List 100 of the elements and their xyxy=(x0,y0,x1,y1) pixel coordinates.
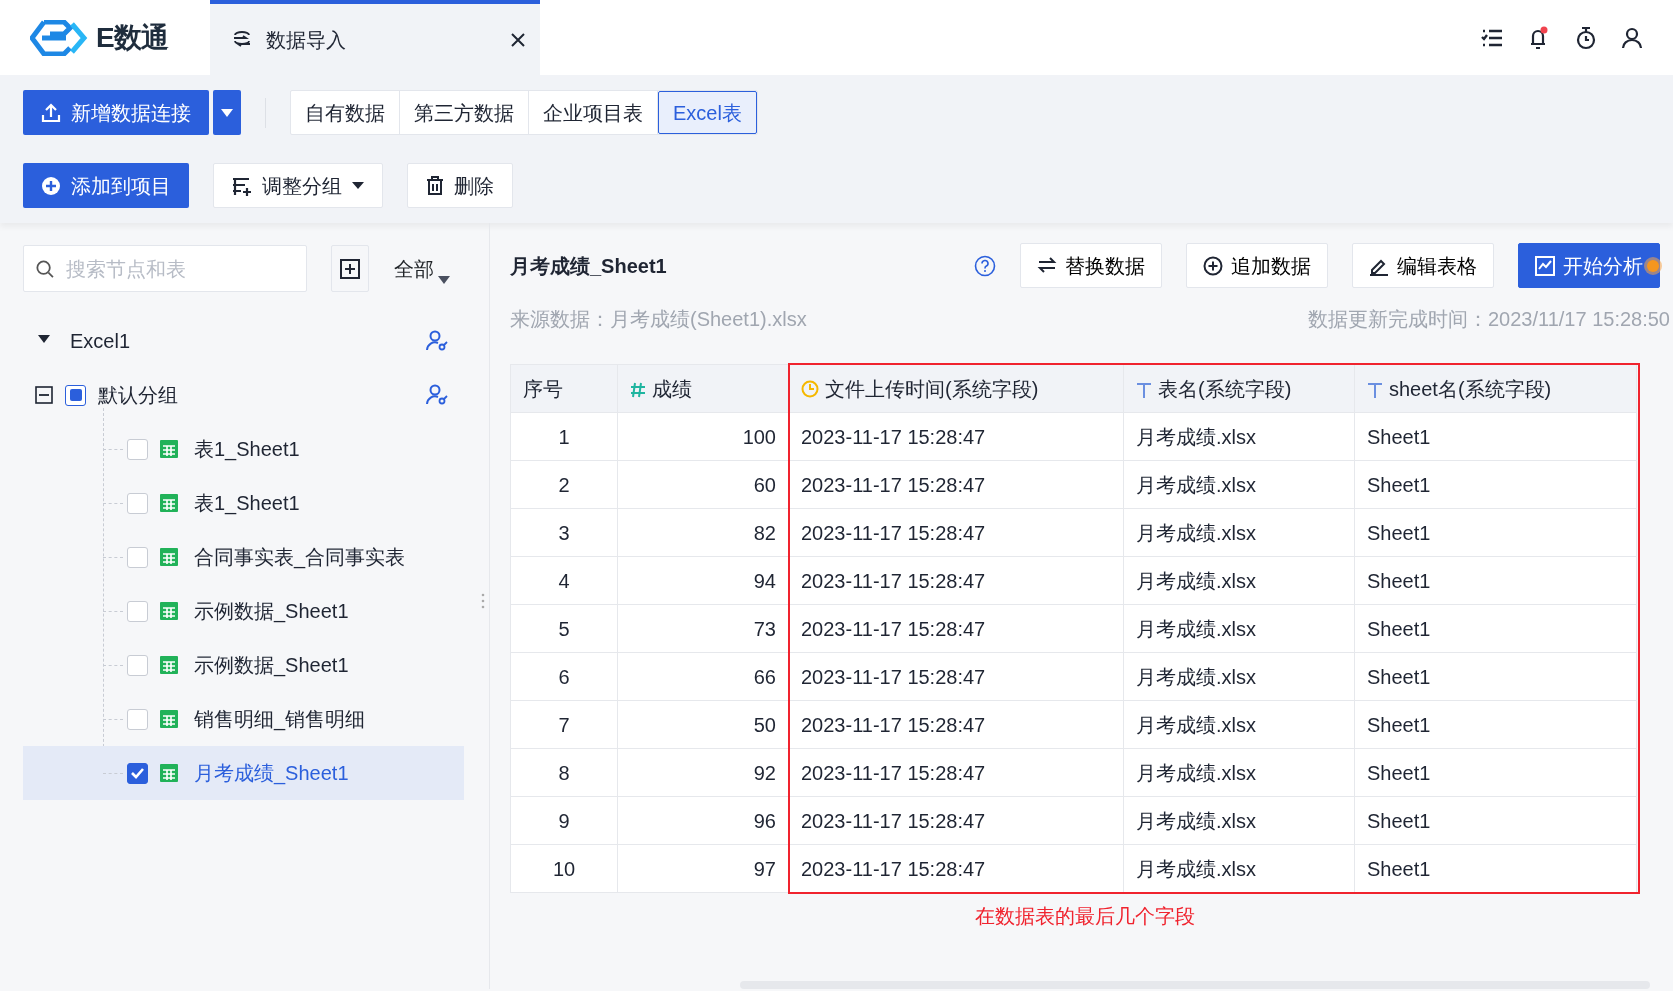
table-cell: 60 xyxy=(617,460,789,509)
user-icon[interactable] xyxy=(1621,26,1643,49)
table-cell: 月考成绩.xlsx xyxy=(1123,412,1355,461)
delete-button[interactable]: 删除 xyxy=(407,163,513,208)
table-icon xyxy=(160,710,178,728)
tree-item[interactable]: 示例数据_Sheet1 xyxy=(23,638,464,692)
collapse-icon[interactable] xyxy=(35,386,53,404)
hash-icon xyxy=(630,381,646,398)
user-key-icon[interactable] xyxy=(426,330,448,352)
checkbox[interactable] xyxy=(127,762,148,784)
logo-icon xyxy=(30,19,88,56)
table-cell: 5 xyxy=(510,604,618,653)
caret-icon xyxy=(438,275,450,284)
adjust-group-button[interactable]: 调整分组 xyxy=(213,163,383,208)
table-cell: 2023-11-17 15:28:47 xyxy=(788,604,1124,653)
column-header: sheet名(系统字段) xyxy=(1354,364,1637,413)
source-tab[interactable]: 自有数据 xyxy=(291,91,400,134)
tree-item[interactable]: 表1_Sheet1 xyxy=(23,476,464,530)
table-cell: Sheet1 xyxy=(1354,748,1637,797)
trash-icon xyxy=(426,176,444,195)
table-cell: 10 xyxy=(510,844,618,893)
check-icon xyxy=(130,766,145,780)
table-cell: 月考成绩.xlsx xyxy=(1123,844,1355,893)
table-cell: 2023-11-17 15:28:47 xyxy=(788,460,1124,509)
table-cell: 96 xyxy=(617,796,789,845)
tree-node[interactable]: 默认分组 xyxy=(23,368,464,422)
tree-node[interactable]: Excel1 xyxy=(23,314,464,368)
table-cell: 2023-11-17 15:28:47 xyxy=(788,652,1124,701)
action-button[interactable]: 追加数据 xyxy=(1186,243,1328,288)
table-cell: 9 xyxy=(510,796,618,845)
tree-item[interactable]: 示例数据_Sheet1 xyxy=(23,584,464,638)
new-connection-button[interactable]: 新增数据连接 xyxy=(23,90,209,135)
task-list-icon[interactable] xyxy=(1481,27,1503,48)
action-button[interactable]: 开始分析 xyxy=(1518,243,1660,288)
plus-square-icon xyxy=(340,258,360,279)
caret-icon xyxy=(352,182,364,189)
text-type-icon xyxy=(1136,381,1152,398)
table-icon xyxy=(160,548,178,566)
table-cell: 8 xyxy=(510,748,618,797)
dropdown-button[interactable] xyxy=(213,90,241,135)
help-icon[interactable] xyxy=(974,254,996,277)
chart-icon xyxy=(1535,255,1555,276)
logo-text: E数通 xyxy=(96,20,168,55)
table-cell: 2023-11-17 15:28:47 xyxy=(788,508,1124,557)
add-to-project-button[interactable]: 添加到项目 xyxy=(23,163,189,208)
search-box[interactable]: 搜索节点和表 xyxy=(23,245,307,292)
action-button[interactable]: 替换数据 xyxy=(1020,243,1162,288)
tree-item[interactable]: 销售明细_销售明细 xyxy=(23,692,464,746)
action-button[interactable]: 编辑表格 xyxy=(1352,243,1494,288)
table-cell: Sheet1 xyxy=(1354,508,1637,557)
add-circle-icon xyxy=(1203,255,1223,276)
search-field[interactable]: 搜索节点和表 xyxy=(63,252,294,285)
upload-icon xyxy=(41,102,61,123)
tab[interactable]: 数据导入 xyxy=(210,0,540,75)
table-cell: 月考成绩.xlsx xyxy=(1123,652,1355,701)
tree-item[interactable]: 月考成绩_Sheet1 xyxy=(23,746,464,800)
table-icon xyxy=(160,440,178,458)
table-cell: Sheet1 xyxy=(1354,844,1637,893)
resize-handle-icon[interactable] xyxy=(481,593,485,609)
source-info: 来源数据：月考成绩(Sheet1).xlsx xyxy=(510,307,807,332)
update-time: 数据更新完成时间：2023/11/17 15:28:50 xyxy=(1307,307,1670,332)
table-cell: 3 xyxy=(510,508,618,557)
table-cell: 2023-11-17 15:28:47 xyxy=(788,796,1124,845)
table-cell: 94 xyxy=(617,556,789,605)
table-icon xyxy=(160,764,178,782)
table-cell: Sheet1 xyxy=(1354,700,1637,749)
expand-all-button[interactable] xyxy=(331,245,369,292)
search-icon xyxy=(36,258,54,279)
column-header: 文件上传时间(系统字段) xyxy=(788,364,1124,413)
table-cell: 月考成绩.xlsx xyxy=(1123,460,1355,509)
table-cell: 66 xyxy=(617,652,789,701)
table-cell: 92 xyxy=(617,748,789,797)
table-cell: 6 xyxy=(510,652,618,701)
table-cell: 2023-11-17 15:28:47 xyxy=(788,748,1124,797)
caret-icon xyxy=(221,108,233,117)
close-icon[interactable] xyxy=(510,31,526,48)
tree-item[interactable]: 合同事实表_合同事实表 xyxy=(23,530,464,584)
table-title: 月考成绩_Sheet1 xyxy=(510,253,667,279)
tree-item[interactable]: 表1_Sheet1 xyxy=(23,422,464,476)
checkbox[interactable] xyxy=(65,384,86,406)
table-cell: 50 xyxy=(617,700,789,749)
user-key-icon[interactable] xyxy=(426,384,448,406)
table-cell: 97 xyxy=(617,844,789,893)
table-cell: 73 xyxy=(617,604,789,653)
table-cell: 4 xyxy=(510,556,618,605)
table-cell: 月考成绩.xlsx xyxy=(1123,796,1355,845)
filter-dropdown[interactable]: 全部 xyxy=(393,252,451,285)
table-cell: 100 xyxy=(617,412,789,461)
table-cell: 2023-11-17 15:28:47 xyxy=(788,556,1124,605)
table-cell: Sheet1 xyxy=(1354,652,1637,701)
table-cell: Sheet1 xyxy=(1354,460,1637,509)
table-cell: 月考成绩.xlsx xyxy=(1123,556,1355,605)
table-cell: 2023-11-17 15:28:47 xyxy=(788,700,1124,749)
table-cell: 2 xyxy=(510,460,618,509)
column-header: 序号 xyxy=(510,364,618,413)
stopwatch-icon[interactable] xyxy=(1575,25,1597,50)
source-tab[interactable]: Excel表 xyxy=(658,91,757,134)
source-tab[interactable]: 第三方数据 xyxy=(400,91,529,134)
table-cell: Sheet1 xyxy=(1354,796,1637,845)
cursor-dot-icon xyxy=(1643,256,1663,276)
